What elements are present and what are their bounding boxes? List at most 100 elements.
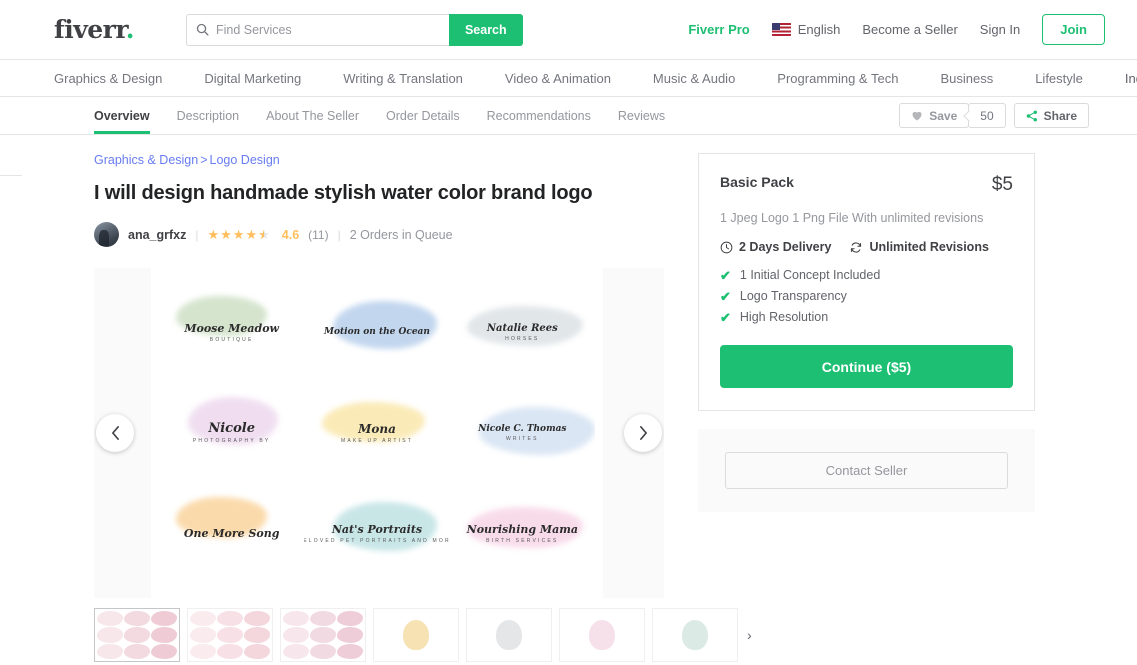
fiverr-pro-link[interactable]: Fiverr Pro xyxy=(688,22,749,37)
gig-main-column: Graphics & Design > Logo Design I will des… xyxy=(94,153,752,663)
gallery-thumbnail[interactable] xyxy=(280,608,366,662)
avatar[interactable] xyxy=(94,222,119,247)
tab-description[interactable]: Description xyxy=(177,97,240,134)
refresh-icon xyxy=(851,242,862,253)
collage-logo: Nourishing Mama Birth Services xyxy=(450,483,595,584)
seller-info-row: ana_grfxz | ★★★★★ 4.6 (11) | 2 Orders in… xyxy=(94,222,664,247)
gallery-thumbnail[interactable] xyxy=(466,608,552,662)
share-button[interactable]: Share xyxy=(1013,103,1089,128)
gig-tabs: Overview Description About The Seller Order… xyxy=(94,97,692,134)
collage-logo-name: Nicole C. Thomas xyxy=(478,423,567,434)
package-description: 1 Jpeg Logo 1 Png File With unlimited re… xyxy=(720,211,984,225)
tab-reviews[interactable]: Reviews xyxy=(618,97,665,134)
logo-dot: . xyxy=(125,15,135,44)
contact-seller-panel: Contact Seller xyxy=(698,429,1035,513)
star-filled-icon: ★ xyxy=(232,227,245,242)
category-nav: Graphics & Design Digital Marketing Writin… xyxy=(0,60,1137,97)
thumbnail-preview xyxy=(281,609,365,661)
package-price: $5 xyxy=(991,174,1013,195)
collage-logo-subtitle: Birth Services xyxy=(486,538,559,545)
category-nav-item[interactable]: Industries xyxy=(1125,71,1137,86)
revisions: Unlimited Revisions xyxy=(849,240,989,255)
sign-in-link[interactable]: Sign In xyxy=(980,22,1020,37)
collage-logo: Motion on the Ocean xyxy=(304,282,449,383)
tab-about-the-seller[interactable]: About The Seller xyxy=(266,97,359,134)
search-button[interactable]: Search xyxy=(448,13,523,46)
header-right-nav: Fiverr Pro English Become a Seller Sign … xyxy=(688,14,1105,45)
package-feature: ✔ Logo Transparency xyxy=(720,289,1013,303)
collage-logo-subtitle: Boutique xyxy=(209,336,254,343)
revisions-label: Unlimited Revisions xyxy=(869,240,989,255)
save-count-badge: 50 xyxy=(968,103,1006,128)
collage-logo-subtitle: Make Up Artist xyxy=(340,437,413,444)
category-nav-item[interactable]: Digital Marketing xyxy=(204,71,301,86)
seller-name[interactable]: ana_grfxz xyxy=(128,228,186,242)
share-label: Share xyxy=(1043,108,1077,123)
collage-logo: Nicole C. Thomas Writes xyxy=(450,383,595,484)
gallery-thumbnail[interactable] xyxy=(94,608,180,662)
category-nav-item[interactable]: Writing & Translation xyxy=(343,71,463,86)
search-input-wrap[interactable] xyxy=(185,13,449,46)
continue-button[interactable]: Continue ($5) xyxy=(720,345,1013,389)
save-button[interactable]: Save xyxy=(899,103,970,128)
save-count: 50 xyxy=(980,108,994,123)
rating-value: 4.6 xyxy=(281,227,300,242)
package-feature-label: High Resolution xyxy=(739,310,829,325)
contact-seller-button[interactable]: Contact Seller xyxy=(725,452,1008,490)
star-half-icon: ★ xyxy=(258,228,270,241)
category-nav-item[interactable]: Graphics & Design xyxy=(54,71,162,86)
become-a-seller-link[interactable]: Become a Seller xyxy=(862,22,957,37)
star-filled-icon: ★ xyxy=(245,227,258,242)
gallery-thumbnail[interactable] xyxy=(559,608,645,662)
collage-logo-subtitle: Horses xyxy=(505,335,540,342)
fiverr-logo[interactable]: fiverr. xyxy=(54,15,134,44)
collage-logo-name: One More Song xyxy=(183,527,280,541)
collage-logo: Nat's Portraits beloved pet portraits and… xyxy=(304,483,450,584)
thumbnail-preview xyxy=(589,620,615,650)
thumbnail-preview xyxy=(95,609,179,661)
fiverr-logo-text: fiverr xyxy=(54,15,126,44)
thumbnail-preview xyxy=(496,620,522,650)
tab-order-details[interactable]: Order Details xyxy=(386,97,460,134)
logo-collage: Moose Meadow Boutique Motion on the Ocean N… xyxy=(151,268,603,598)
package-feature: ✔ 1 Initial Concept Included xyxy=(720,268,1013,282)
gallery-thumbnail[interactable] xyxy=(373,608,459,662)
language-selector[interactable]: English xyxy=(771,22,841,37)
gig-page: Graphics & Design > Logo Design I will des… xyxy=(0,135,1137,663)
category-nav-item[interactable]: Video & Animation xyxy=(505,71,611,86)
thumbnail-preview xyxy=(682,620,708,650)
us-flag-icon xyxy=(771,23,791,36)
breadcrumb: Graphics & Design > Logo Design xyxy=(94,153,664,167)
delivery-label: 2 Days Delivery xyxy=(739,240,832,255)
check-icon: ✔ xyxy=(720,309,731,325)
tab-overview[interactable]: Overview xyxy=(94,97,150,134)
rating-count: (11) xyxy=(308,227,329,242)
clock-icon xyxy=(720,241,733,253)
language-label: English xyxy=(797,22,841,37)
gallery-thumbnail-strip: › xyxy=(94,607,752,663)
gallery-next-button[interactable] xyxy=(624,414,662,452)
collage-logo-name: Motion on the Ocean xyxy=(324,327,430,338)
gallery-thumbnail[interactable] xyxy=(187,608,273,662)
package-meta: 2 Days Delivery Unlimited Revisions xyxy=(720,240,1013,254)
check-icon: ✔ xyxy=(720,267,731,283)
package-name: Basic Pack xyxy=(720,174,794,190)
collage-logo-name: Moose Meadow xyxy=(184,321,279,335)
category-nav-item[interactable]: Programming & Tech xyxy=(777,71,898,86)
tab-recommendations[interactable]: Recommendations xyxy=(487,97,591,134)
collage-logo: Moose Meadow Boutique xyxy=(159,282,304,383)
collage-logo-name: Nicole xyxy=(208,421,255,437)
search-input[interactable] xyxy=(215,22,440,37)
gallery-prev-button[interactable] xyxy=(96,414,134,452)
category-nav-item[interactable]: Business xyxy=(940,71,993,86)
category-nav-item[interactable]: Music & Audio xyxy=(653,71,735,86)
category-nav-item[interactable]: Lifestyle xyxy=(1035,71,1083,86)
orders-in-queue: 2 Orders in Queue xyxy=(349,227,453,242)
star-filled-icon: ★ xyxy=(207,227,220,242)
package-card: Basic Pack $5 1 Jpeg Logo 1 Png File Wit… xyxy=(698,153,1035,412)
gallery-thumbnail[interactable] xyxy=(652,608,738,662)
breadcrumb-parent[interactable]: Graphics & Design xyxy=(94,153,198,167)
collage-logo-name: Mona xyxy=(358,421,396,436)
breadcrumb-child[interactable]: Logo Design xyxy=(210,153,280,167)
join-button[interactable]: Join xyxy=(1042,14,1105,45)
